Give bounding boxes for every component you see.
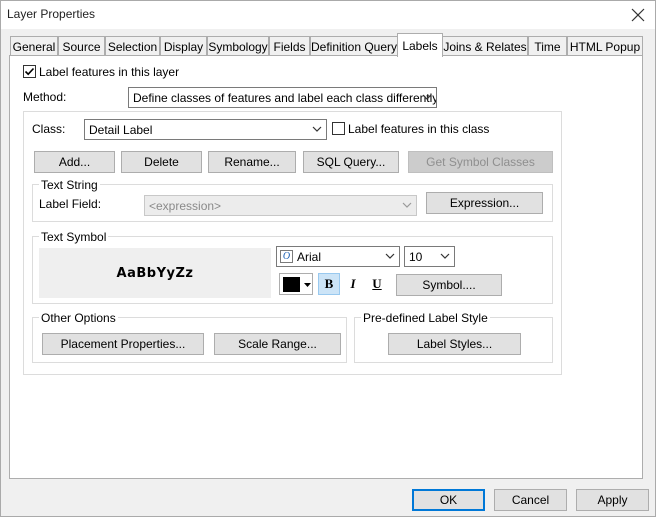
italic-button[interactable]: I (342, 273, 364, 295)
placement-properties-button[interactable]: Placement Properties... (42, 333, 204, 355)
chevron-down-icon (312, 126, 322, 132)
label-features-layer-checkbox[interactable] (23, 65, 36, 78)
method-dropdown[interactable]: Define classes of features and label eac… (128, 87, 437, 108)
class-value: Detail Label (89, 122, 153, 137)
class-label: Class: (32, 122, 66, 136)
label-styles-button[interactable]: Label Styles... (388, 333, 521, 355)
apply-button[interactable]: Apply (576, 489, 649, 511)
chevron-down-icon (440, 253, 450, 259)
text-color-picker[interactable] (279, 273, 313, 295)
label-field-dropdown[interactable]: <expression> (144, 195, 417, 216)
add-class-button[interactable]: Add... (34, 151, 115, 173)
tab-fields[interactable]: Fields (269, 36, 310, 56)
label-features-class-label: Label features in this class (348, 122, 490, 136)
chevron-down-icon (402, 202, 412, 208)
opentype-font-icon: O (280, 250, 293, 263)
text-symbol-title: Text Symbol (39, 230, 109, 244)
chevron-down-icon (422, 94, 432, 100)
rename-class-button[interactable]: Rename... (208, 151, 296, 173)
label-features-class-checkbox[interactable] (332, 122, 345, 135)
checkmark-icon (24, 67, 35, 76)
ok-button[interactable]: OK (412, 489, 485, 511)
close-icon (631, 8, 645, 22)
font-dropdown[interactable]: O Arial (276, 246, 400, 267)
tab-source[interactable]: Source (58, 36, 105, 56)
predefined-label-style-title: Pre-defined Label Style (361, 311, 490, 325)
chevron-down-icon (385, 253, 395, 259)
text-symbol-preview: AaBbYyZz (39, 248, 271, 298)
tab-general[interactable]: General (10, 36, 58, 56)
color-swatch (283, 277, 300, 292)
tab-definition-query[interactable]: Definition Query (310, 36, 398, 56)
window-title: Layer Properties (7, 7, 96, 21)
delete-class-button[interactable]: Delete (121, 151, 202, 173)
symbol-button[interactable]: Symbol.... (396, 274, 502, 296)
other-options-title: Other Options (39, 311, 118, 325)
font-size-dropdown[interactable]: 10 (404, 246, 455, 267)
close-button[interactable] (621, 1, 655, 29)
layer-properties-dialog: Layer Properties General Source Selectio… (0, 0, 656, 517)
expression-button[interactable]: Expression... (426, 192, 543, 214)
font-size-value: 10 (409, 249, 423, 264)
method-value: Define classes of features and label eac… (133, 90, 437, 105)
tab-selection[interactable]: Selection (105, 36, 160, 56)
title-bar: Layer Properties (1, 1, 655, 29)
tab-joins-relates[interactable]: Joins & Relates (442, 36, 528, 56)
class-dropdown[interactable]: Detail Label (84, 119, 327, 140)
label-field-value: <expression> (149, 198, 222, 213)
cancel-button[interactable]: Cancel (494, 489, 567, 511)
tab-time[interactable]: Time (528, 36, 567, 56)
chevron-down-icon (304, 283, 311, 287)
get-symbol-classes-button[interactable]: Get Symbol Classes (408, 151, 553, 173)
sql-query-button[interactable]: SQL Query... (303, 151, 399, 173)
tab-labels[interactable]: Labels (397, 33, 443, 57)
underline-button[interactable]: U (366, 273, 388, 295)
tab-display[interactable]: Display (160, 36, 207, 56)
scale-range-button[interactable]: Scale Range... (214, 333, 341, 355)
font-value: Arial (297, 249, 322, 264)
text-string-title: Text String (39, 178, 100, 192)
tab-html-popup[interactable]: HTML Popup (567, 36, 643, 56)
label-field-label: Label Field: (39, 197, 102, 211)
bold-button[interactable]: B (318, 273, 340, 295)
tab-symbology[interactable]: Symbology (207, 36, 269, 56)
label-features-layer-label: Label features in this layer (39, 65, 180, 79)
method-label: Method: (23, 90, 67, 104)
